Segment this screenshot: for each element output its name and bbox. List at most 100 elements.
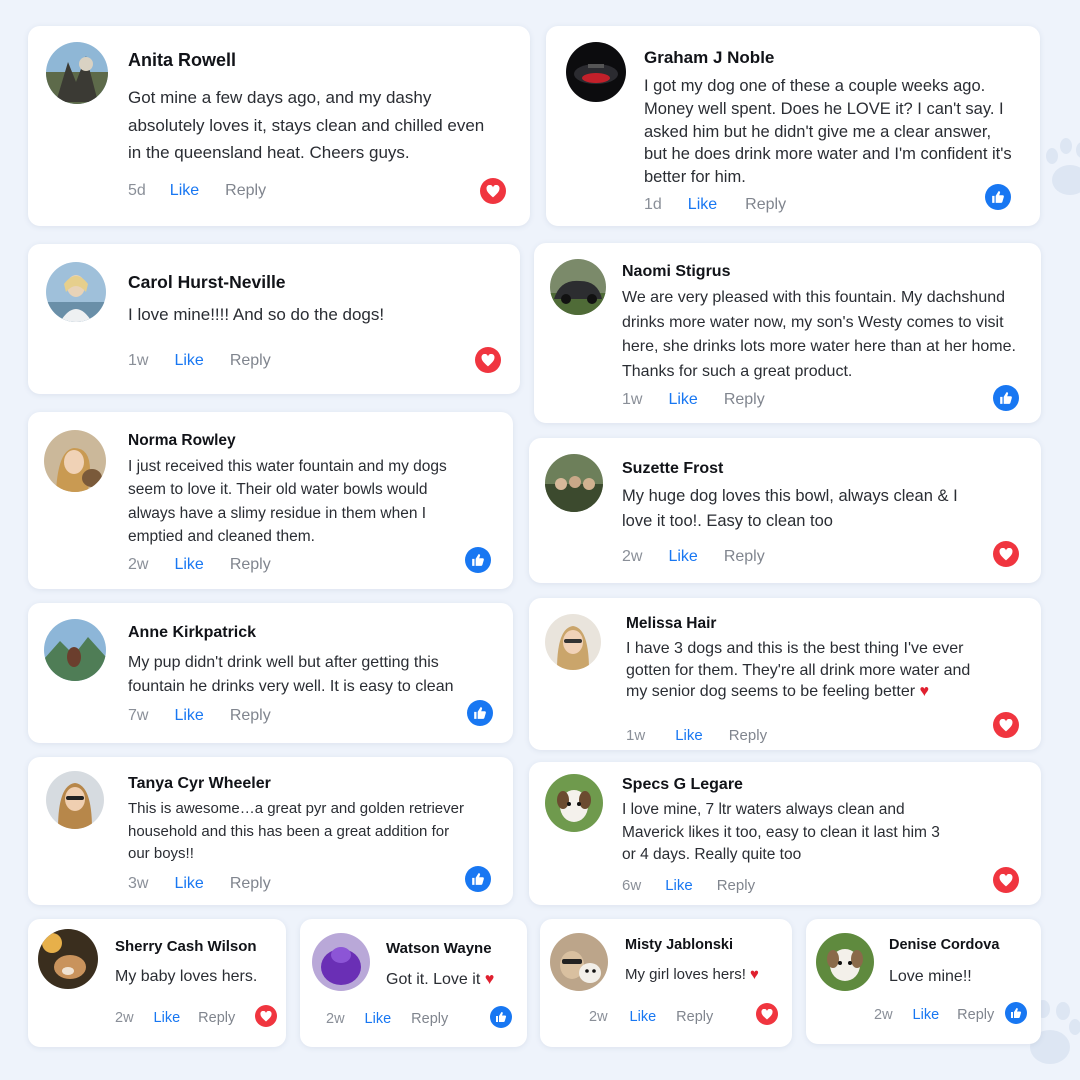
comment-card: Suzette Frost My huge dog loves this bow… — [529, 438, 1041, 583]
reply-button[interactable]: Reply — [676, 1009, 713, 1025]
reply-button[interactable]: Reply — [957, 1007, 994, 1023]
paw-print-decoration — [1046, 138, 1080, 195]
love-reaction-icon[interactable] — [993, 867, 1019, 893]
love-reaction-icon[interactable] — [255, 1005, 277, 1027]
commenter-name[interactable]: Misty Jablonski — [625, 937, 733, 953]
commenter-name[interactable]: Anne Kirkpatrick — [128, 624, 256, 642]
like-button[interactable]: Like — [174, 875, 203, 893]
reply-button[interactable]: Reply — [230, 352, 271, 370]
like-button[interactable]: Like — [668, 391, 697, 409]
comment-text-body: Got it. Love it — [386, 971, 481, 988]
comment-text: My huge dog loves this bowl, always clea… — [622, 487, 958, 530]
like-button[interactable]: Like — [668, 548, 697, 566]
reply-button[interactable]: Reply — [230, 556, 271, 574]
comment-text-body: My girl loves hers! — [625, 966, 746, 983]
reply-button[interactable]: Reply — [230, 707, 271, 725]
comment-card: Naomi Stigrus We are very pleased with t… — [534, 243, 1041, 423]
reply-button[interactable]: Reply — [230, 875, 271, 893]
timestamp: 2w — [115, 1010, 134, 1026]
reply-button[interactable]: Reply — [724, 391, 765, 409]
comment-card: Graham J Noble I got my dog one of these… — [546, 26, 1040, 226]
timestamp: 2w — [589, 1009, 608, 1025]
reply-button[interactable]: Reply — [198, 1010, 235, 1026]
comment-card: Denise Cordova Love mine!! 2w Like Reply — [806, 919, 1041, 1044]
thumbs-up-reaction-icon[interactable] — [1005, 1002, 1027, 1024]
like-button[interactable]: Like — [154, 1010, 181, 1026]
thumbs-up-reaction-icon[interactable] — [993, 385, 1019, 411]
love-reaction-icon[interactable] — [993, 541, 1019, 567]
comment-card: Anita Rowell Got mine a few days ago, an… — [28, 26, 530, 226]
like-button[interactable]: Like — [665, 877, 693, 894]
like-button[interactable]: Like — [174, 556, 203, 574]
timestamp: 3w — [128, 875, 149, 892]
like-button[interactable]: Like — [913, 1007, 940, 1023]
avatar[interactable] — [38, 929, 98, 989]
commenter-name[interactable]: Norma Rowley — [128, 432, 236, 450]
commenter-name[interactable]: Specs G Legare — [622, 776, 743, 794]
comment-actions: 1w Like Reply — [626, 727, 767, 744]
reply-button[interactable]: Reply — [717, 877, 755, 894]
thumbs-up-reaction-icon[interactable] — [490, 1006, 512, 1028]
comment-actions: 1w Like Reply — [128, 352, 271, 370]
avatar[interactable] — [46, 771, 104, 829]
commenter-name[interactable]: Anita Rowell — [128, 50, 236, 71]
comment-text: I got my dog one of these a couple weeks… — [644, 77, 1012, 187]
like-button[interactable]: Like — [675, 727, 703, 744]
like-button[interactable]: Like — [174, 352, 203, 370]
commenter-name[interactable]: Carol Hurst-Neville — [128, 272, 286, 293]
thumbs-up-reaction-icon[interactable] — [985, 184, 1011, 210]
reply-button[interactable]: Reply — [724, 548, 765, 566]
avatar[interactable] — [550, 933, 608, 991]
comment-card: Sherry Cash Wilson My baby loves hers. 2… — [28, 919, 286, 1047]
like-button[interactable]: Like — [365, 1011, 392, 1027]
commenter-name[interactable]: Melissa Hair — [626, 615, 716, 633]
comment-actions: 1d Like Reply — [644, 196, 786, 214]
commenter-name[interactable]: Naomi Stigrus — [622, 263, 730, 281]
like-button[interactable]: Like — [630, 1009, 657, 1025]
avatar[interactable] — [550, 259, 606, 315]
avatar[interactable] — [545, 774, 603, 832]
timestamp: 1d — [644, 196, 662, 213]
like-button[interactable]: Like — [174, 707, 203, 725]
avatar[interactable] — [46, 42, 108, 104]
reply-button[interactable]: Reply — [225, 182, 266, 200]
avatar[interactable] — [545, 454, 603, 512]
thumbs-up-reaction-icon[interactable] — [465, 547, 491, 573]
love-reaction-icon[interactable] — [480, 178, 506, 204]
love-reaction-icon[interactable] — [756, 1003, 778, 1025]
thumbs-up-reaction-icon[interactable] — [465, 866, 491, 892]
commenter-name[interactable]: Graham J Noble — [644, 48, 774, 68]
avatar[interactable] — [44, 430, 106, 492]
commenter-name[interactable]: Sherry Cash Wilson — [115, 938, 257, 955]
avatar[interactable] — [44, 619, 106, 681]
avatar[interactable] — [312, 933, 370, 991]
comment-text: We are very pleased with this fountain. … — [622, 289, 1016, 381]
like-button[interactable]: Like — [688, 196, 717, 214]
timestamp: 1w — [626, 727, 646, 744]
commenter-name[interactable]: Suzette Frost — [622, 460, 723, 478]
love-reaction-icon[interactable] — [475, 347, 501, 373]
reply-button[interactable]: Reply — [411, 1011, 448, 1027]
avatar[interactable] — [46, 262, 106, 322]
comment-card: Tanya Cyr Wheeler This is awesome…a grea… — [28, 757, 513, 905]
commenter-name[interactable]: Watson Wayne — [386, 940, 492, 957]
timestamp: 2w — [128, 556, 149, 573]
red-heart-emoji: ♥ — [750, 966, 759, 983]
comment-card: Specs G Legare I love mine, 7 ltr waters… — [529, 762, 1041, 905]
comment-text: This is awesome…a great pyr and golden r… — [128, 800, 464, 863]
reply-button[interactable]: Reply — [729, 727, 767, 744]
avatar[interactable] — [566, 42, 626, 102]
avatar[interactable] — [816, 933, 874, 991]
comment-text: I just received this water fountain and … — [128, 458, 447, 545]
comment-text: I love mine!!!! And so do the dogs! — [128, 305, 385, 324]
comment-actions: 1w Like Reply — [622, 391, 765, 409]
thumbs-up-reaction-icon[interactable] — [467, 700, 493, 726]
love-reaction-icon[interactable] — [993, 712, 1019, 738]
timestamp: 2w — [622, 548, 643, 565]
red-heart-emoji: ♥ — [484, 971, 495, 988]
commenter-name[interactable]: Denise Cordova — [889, 937, 999, 953]
avatar[interactable] — [545, 614, 601, 670]
reply-button[interactable]: Reply — [745, 196, 786, 214]
like-button[interactable]: Like — [170, 182, 199, 200]
commenter-name[interactable]: Tanya Cyr Wheeler — [128, 775, 271, 793]
